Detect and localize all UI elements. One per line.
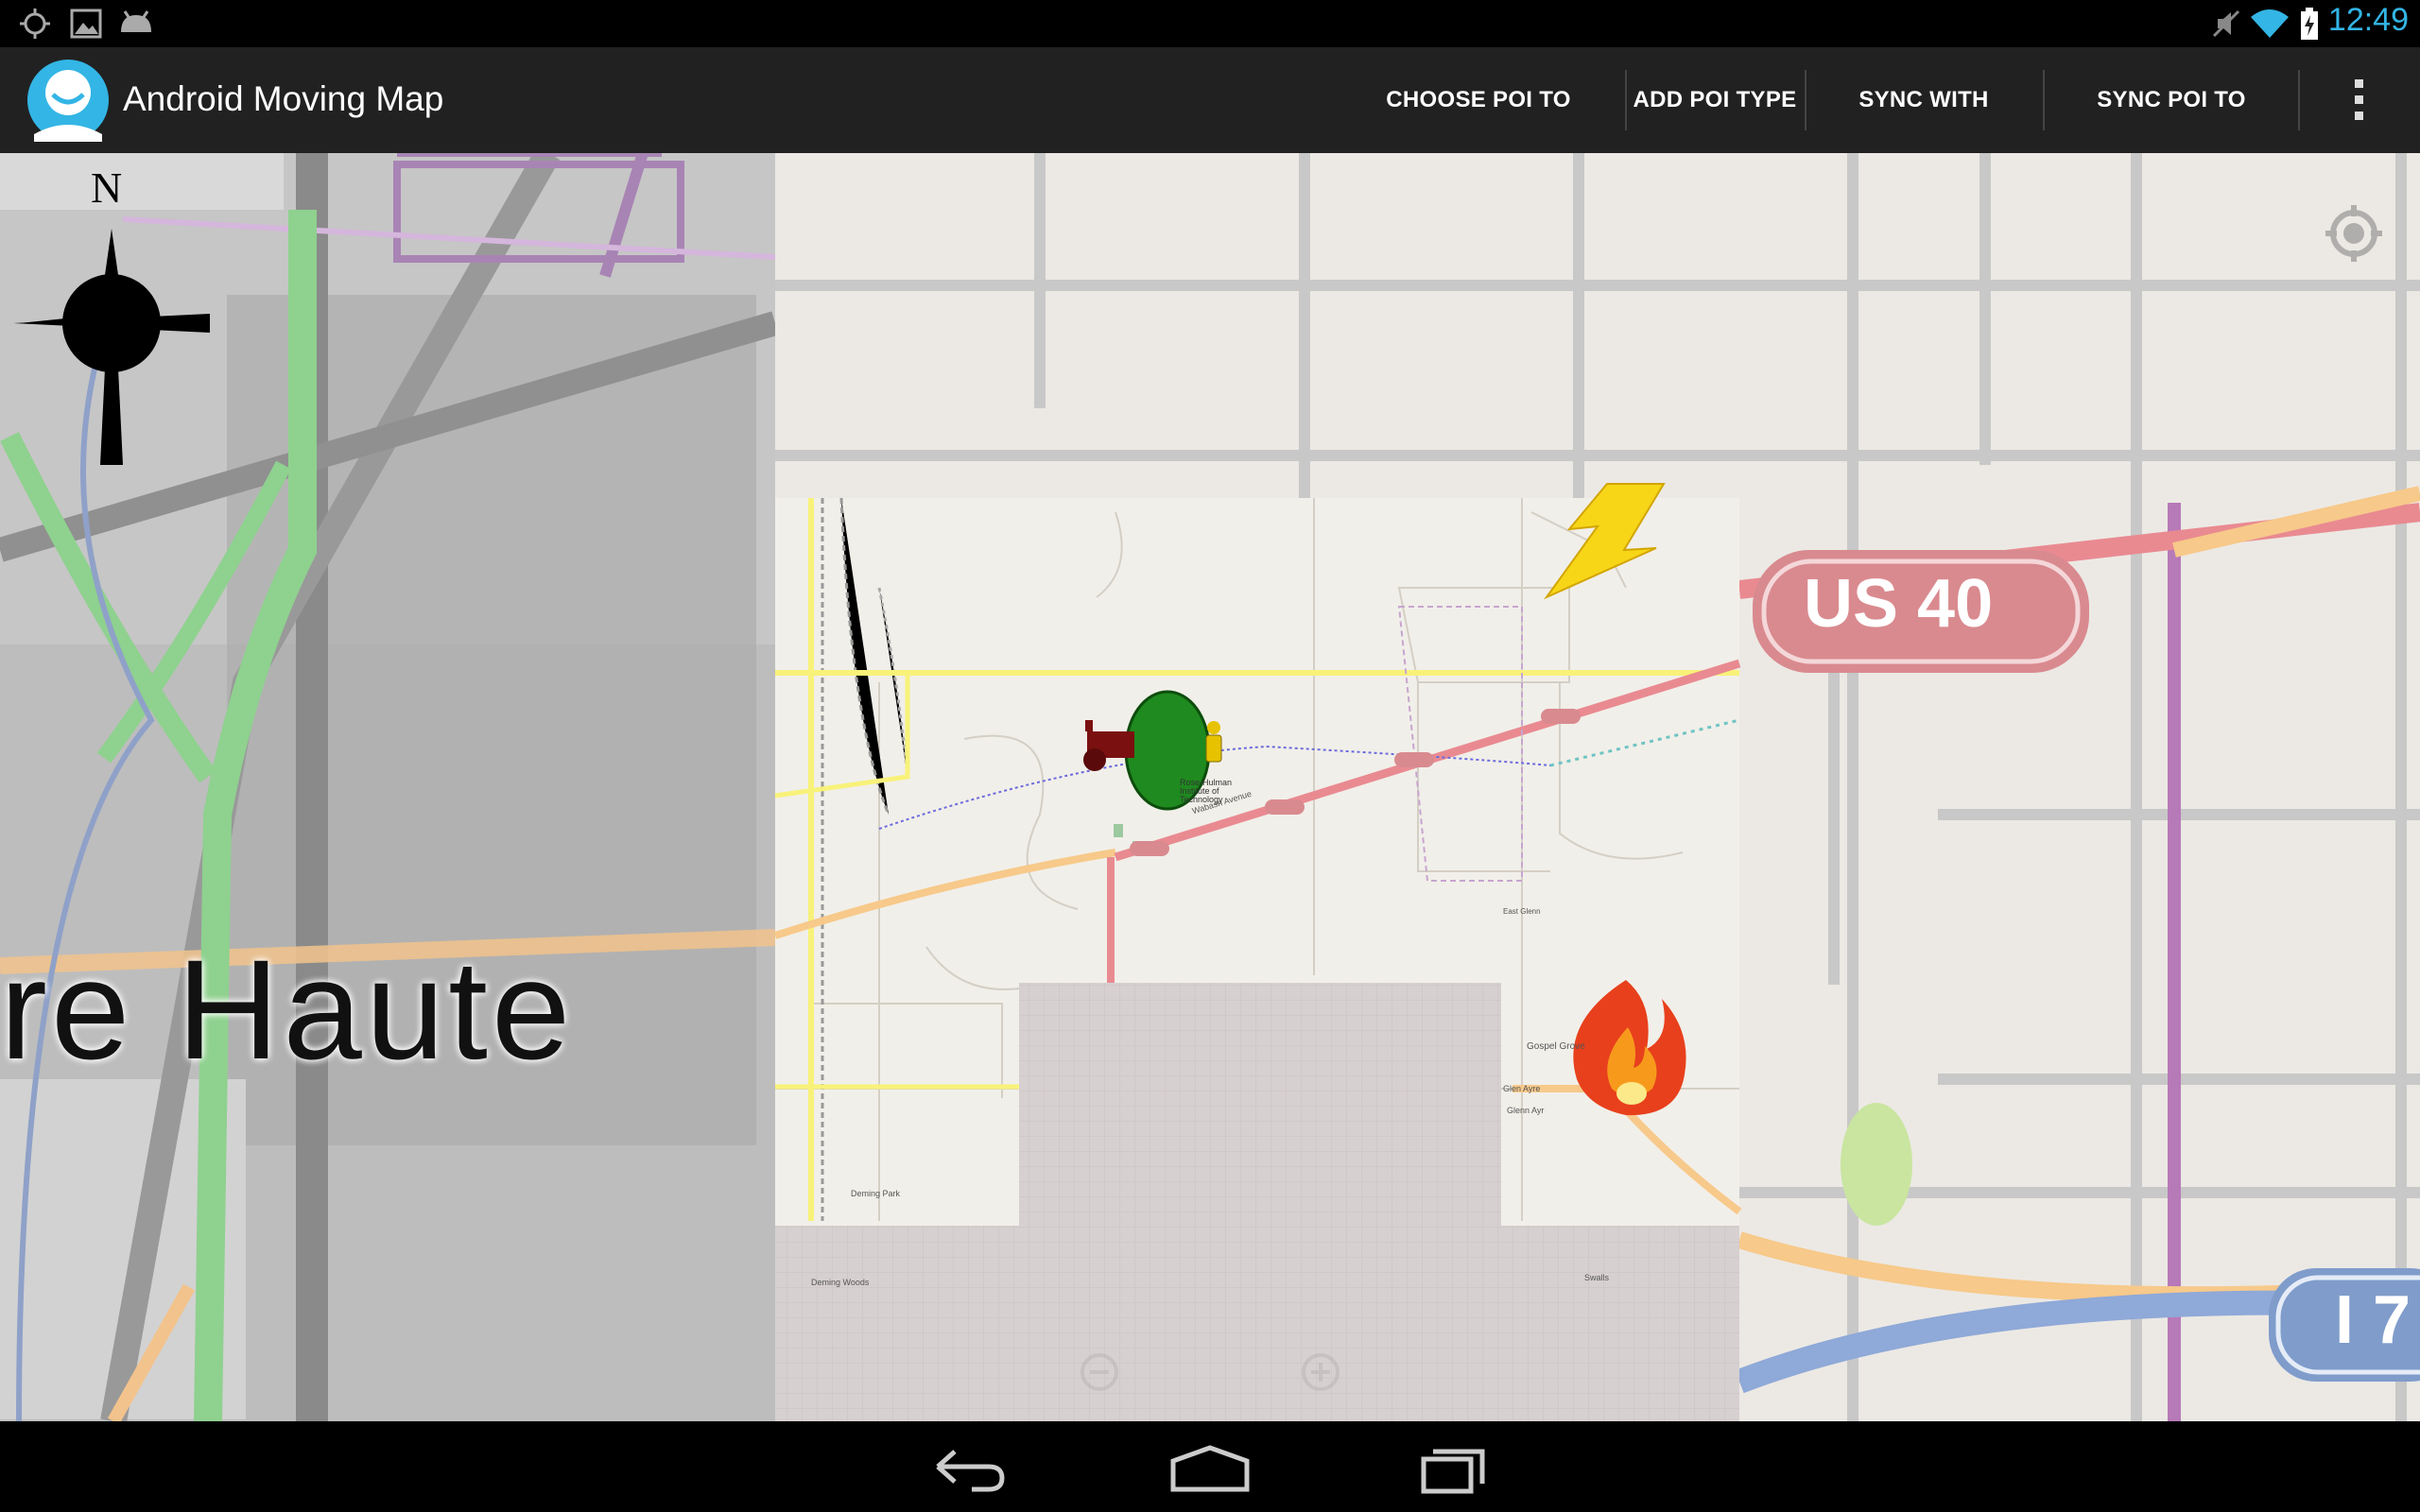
interstate-shield-label: I 7 — [2335, 1282, 2411, 1358]
mute-icon — [2212, 9, 2240, 38]
navigation-bar — [0, 1421, 2420, 1512]
place-label: East Glenn — [1503, 907, 1541, 916]
choose-poi-button[interactable]: CHOOSE POI TO DISPLAY — [1337, 47, 1620, 218]
place-label: Swalls — [1584, 1273, 1610, 1282]
wifi-icon — [2251, 9, 2289, 38]
us40-shield-label: US 40 — [1804, 566, 1994, 642]
compass-north-label: N — [91, 163, 123, 212]
person-icon[interactable] — [1205, 721, 1222, 763]
action-divider — [2298, 70, 2300, 130]
battery-charging-icon — [2301, 8, 2318, 40]
image-icon — [70, 9, 102, 39]
place-label: Glen Ayre — [1503, 1084, 1541, 1093]
status-time: 12:49 — [2327, 2, 2409, 38]
recents-icon[interactable] — [1401, 1435, 1505, 1501]
overflow-menu-icon[interactable] — [2342, 74, 2377, 127]
city-label: re Haute — [0, 930, 575, 1089]
action-divider — [1805, 70, 1806, 130]
app-icon[interactable] — [26, 59, 110, 142]
sync-with-server-button[interactable]: SYNC WITH SERVER — [1809, 47, 2038, 218]
android-debug-icon — [121, 10, 151, 32]
sync-poi-to-server-button[interactable]: SYNC POI TO SERVER — [2048, 47, 2295, 218]
action-divider — [1625, 70, 1627, 130]
map-view[interactable]: N re Haute US 40 I 7 Wabash Avenue Gospe… — [0, 153, 2420, 1421]
add-poi-type-button[interactable]: ADD POI TYPE — [1630, 47, 1800, 153]
place-label: Gospel Grove — [1527, 1041, 1585, 1052]
place-label: Deming Woods — [811, 1278, 870, 1287]
action-divider — [2043, 70, 2045, 130]
app-title: Android Moving Map — [123, 79, 444, 118]
status-bar: 12:49 — [0, 0, 2420, 47]
place-label: Deming Park — [851, 1189, 901, 1198]
action-bar: Android Moving Map CHOOSE POI TO DISPLAY… — [0, 47, 2420, 218]
place-label: Glenn Ayr — [1507, 1106, 1545, 1115]
gps-icon — [20, 9, 50, 39]
back-icon[interactable] — [915, 1435, 1019, 1501]
campus-label: Rose-Hulman Institute of Technology — [1180, 778, 1233, 804]
home-icon[interactable] — [1158, 1435, 1262, 1501]
